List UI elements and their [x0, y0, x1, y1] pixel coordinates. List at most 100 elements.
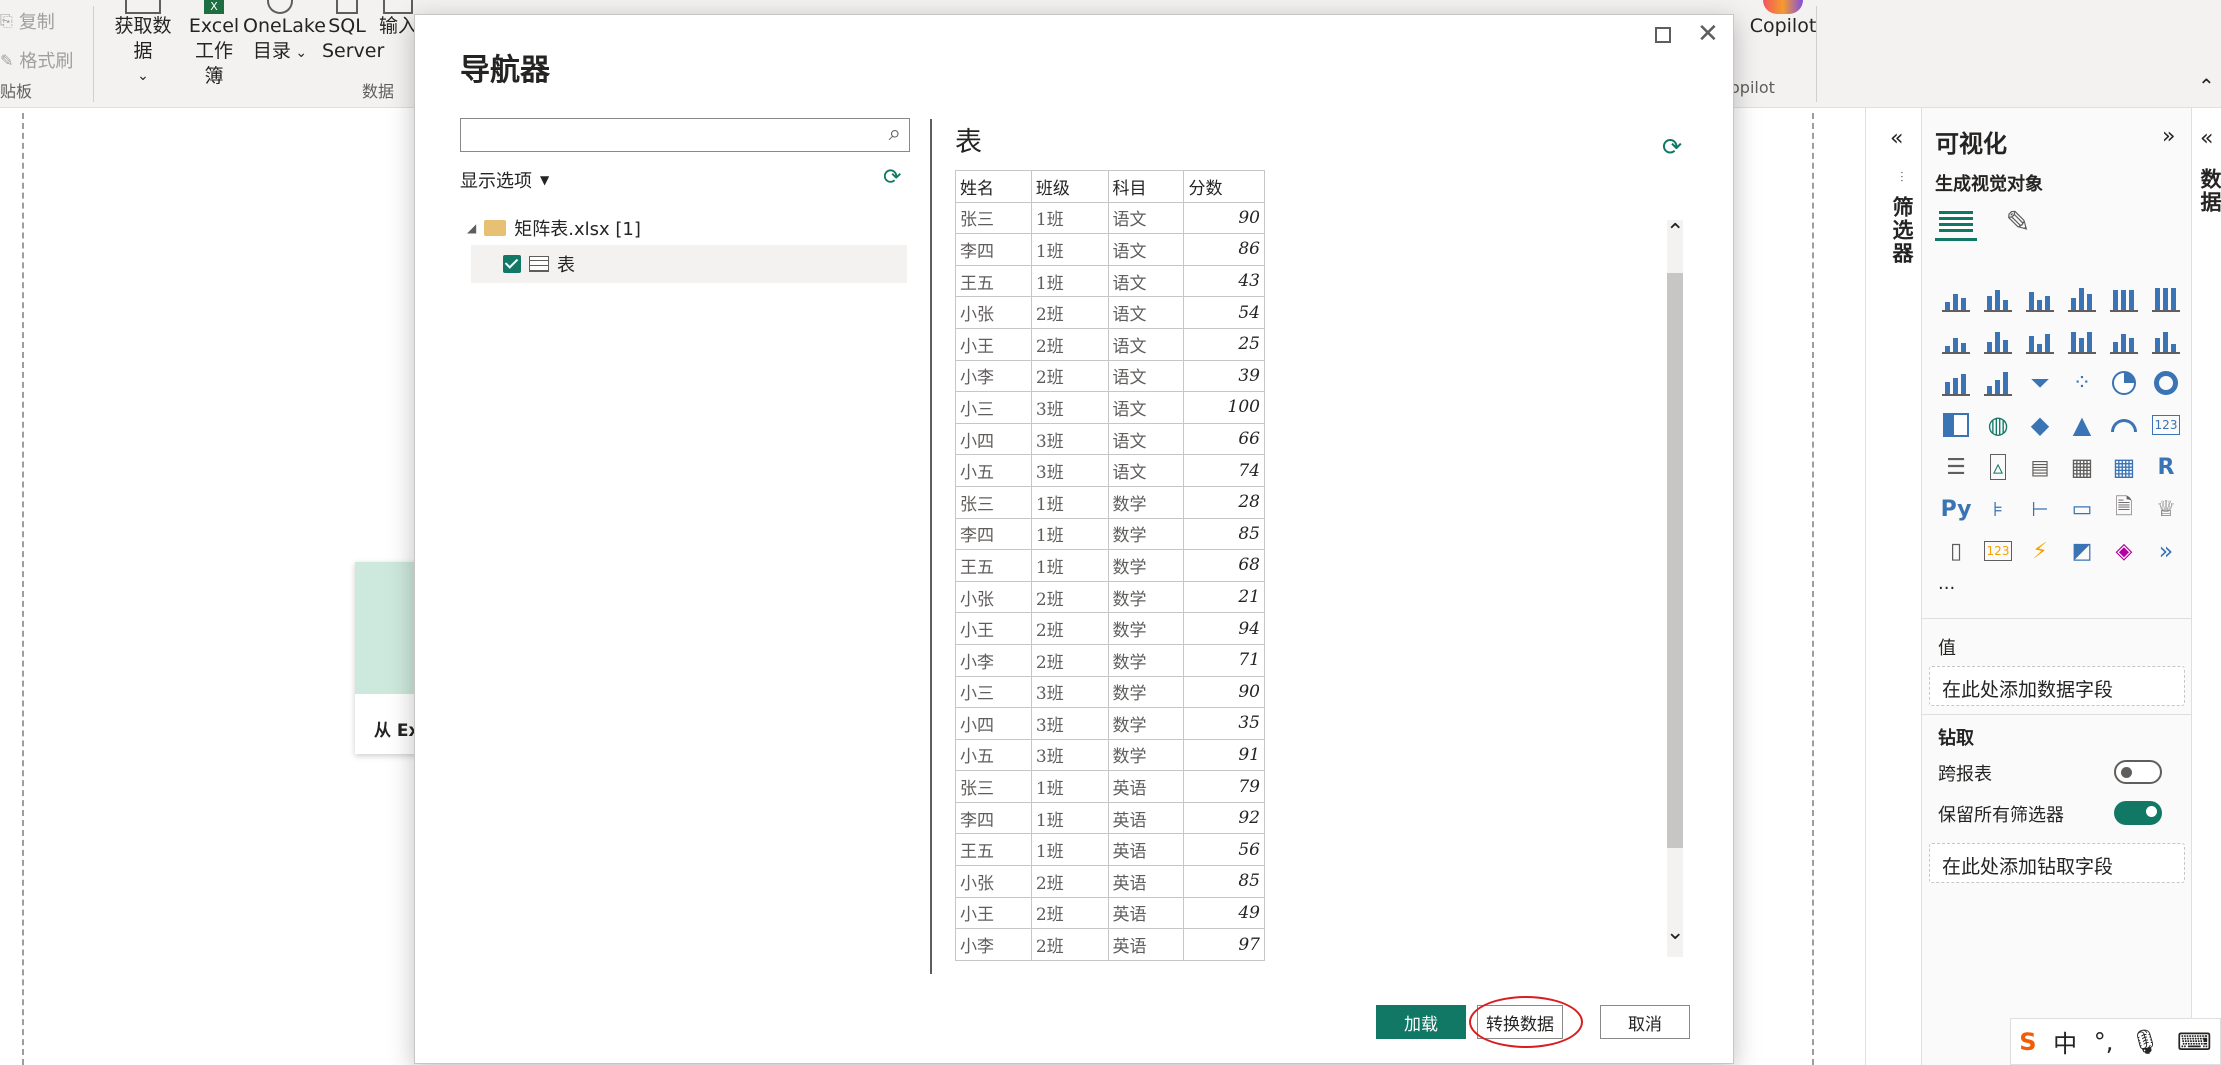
table-cell: 小李: [955, 928, 1032, 961]
data-pane-collapsed[interactable]: « 数据: [2191, 108, 2221, 1065]
onelake-catalog-button[interactable]: OneLake 目录 ⌄: [243, 0, 326, 66]
column-header[interactable]: 姓名: [955, 170, 1032, 203]
azure-map-icon[interactable]: ▲: [2061, 404, 2103, 446]
100-stacked-bar-chart-icon[interactable]: [2103, 278, 2145, 320]
qa-icon[interactable]: ▭: [2061, 488, 2103, 530]
clustered-bar-chart-icon[interactable]: [2019, 278, 2061, 320]
treemap-icon[interactable]: [1935, 404, 1977, 446]
microphone-icon[interactable]: 🎙: [2130, 1028, 2160, 1056]
kpi-icon[interactable]: ▵: [1977, 446, 2019, 488]
ribbon-chart-icon[interactable]: [1935, 362, 1977, 404]
line-and-stacked-column-icon[interactable]: [2103, 320, 2145, 362]
table-cell: 1班: [1030, 770, 1109, 803]
copilot-button[interactable]: Copilot: [1738, 0, 1828, 39]
table-cell: 74: [1183, 454, 1265, 487]
donut-chart-icon[interactable]: [2145, 362, 2187, 404]
decomposition-tree-icon[interactable]: ⊢: [2019, 488, 2061, 530]
build-visual-tab[interactable]: [1935, 203, 1977, 241]
slicer-icon[interactable]: ▤: [2019, 446, 2061, 488]
copy-icon: ⎘: [0, 11, 13, 30]
table-cell: 数学: [1107, 675, 1185, 709]
pie-chart-icon[interactable]: [2103, 362, 2145, 404]
trophy-icon[interactable]: ♕: [2145, 488, 2187, 530]
funnel-icon[interactable]: ⏷: [2019, 362, 2061, 404]
collapse-viz-icon[interactable]: »: [2162, 124, 2175, 149]
clipboard-group-label: 贴板: [0, 82, 33, 101]
sql-server-button[interactable]: SQL Server: [322, 0, 384, 64]
enter-data-button[interactable]: 输入: [378, 0, 418, 39]
drill-through-field-well[interactable]: 在此处添加钻取字段: [1929, 843, 2185, 883]
column-header[interactable]: 班级: [1030, 170, 1109, 203]
python-visual-icon[interactable]: Py: [1935, 488, 1977, 530]
display-options-dropdown[interactable]: 显示选项 ▼: [460, 167, 549, 193]
keyboard-icon[interactable]: ⌨: [2177, 1028, 2212, 1056]
punctuation-icon[interactable]: °,: [2094, 1028, 2114, 1056]
expand-data-icon[interactable]: «: [2200, 126, 2213, 151]
refresh-icon[interactable]: ⟳: [883, 165, 901, 190]
power-automate-icon[interactable]: ⚡: [2019, 530, 2061, 572]
stacked-area-chart-icon[interactable]: [2019, 320, 2061, 362]
excel-workbook-button[interactable]: X Excel 工作簿: [186, 0, 242, 89]
close-icon[interactable]: ✕: [1697, 19, 1719, 49]
cross-report-toggle[interactable]: [2114, 760, 2162, 784]
more-visuals-button[interactable]: ···: [1938, 578, 1955, 599]
scroll-down-icon[interactable]: ⌄: [1666, 920, 1684, 945]
load-button[interactable]: 加载: [1376, 1005, 1466, 1039]
chevron-visual-icon[interactable]: »: [2145, 530, 2187, 572]
scroll-up-icon[interactable]: ⌃: [1666, 220, 1684, 245]
table-checkbox[interactable]: [503, 255, 521, 273]
maximize-icon[interactable]: [1655, 27, 1671, 43]
narrative-icon[interactable]: 🗎: [2103, 488, 2145, 530]
table-cell: 35: [1183, 707, 1265, 740]
sogou-logo-icon[interactable]: S: [2019, 1028, 2036, 1056]
table-visual-icon[interactable]: ▦: [2061, 446, 2103, 488]
expand-filters-icon[interactable]: «: [1890, 126, 1903, 151]
diamond-visual-icon[interactable]: ◈: [2103, 530, 2145, 572]
preview-refresh-icon[interactable]: ⟳: [1662, 133, 1682, 161]
multi-row-card-icon[interactable]: ☰: [1935, 446, 1977, 488]
collapse-ribbon-icon[interactable]: ⌃: [2198, 74, 2215, 98]
filled-map-icon[interactable]: ◆: [2019, 404, 2061, 446]
line-and-clustered-column-icon[interactable]: [2145, 320, 2187, 362]
power-apps-icon[interactable]: ◩: [2061, 530, 2103, 572]
clustered-column-chart-icon[interactable]: [2061, 278, 2103, 320]
card-new-icon[interactable]: 123: [1977, 530, 2019, 572]
r-script-visual-icon[interactable]: R: [2145, 446, 2187, 488]
line-chart-icon[interactable]: [1935, 320, 1977, 362]
100-stacked-area-chart-icon[interactable]: [2061, 320, 2103, 362]
tree-table-node[interactable]: 表: [471, 245, 907, 283]
key-influencers-icon[interactable]: ⊧: [1977, 488, 2019, 530]
scrollbar-thumb[interactable]: [1667, 273, 1683, 848]
matrix-icon[interactable]: ▦: [2103, 446, 2145, 488]
column-header[interactable]: 科目: [1107, 170, 1185, 203]
stacked-bar-chart-icon[interactable]: [1935, 278, 1977, 320]
copy-button[interactable]: ⎘ 复制: [0, 8, 55, 34]
table-cell: 数学: [1107, 707, 1185, 740]
keep-filters-toggle[interactable]: [2114, 801, 2162, 825]
table-cell: 数学: [1107, 549, 1185, 582]
format-visual-tab[interactable]: ✎: [1997, 203, 2039, 241]
tree-file-node[interactable]: ◢ 矩阵表.xlsx [1]: [467, 215, 641, 241]
waterfall-chart-icon[interactable]: [1977, 362, 2019, 404]
search-input[interactable]: ⌕: [460, 118, 910, 152]
ime-language[interactable]: 中: [2053, 1024, 2077, 1059]
card-icon[interactable]: 123: [2145, 404, 2187, 446]
map-icon[interactable]: ◍: [1977, 404, 2019, 446]
100-stacked-column-chart-icon[interactable]: [2145, 278, 2187, 320]
table-cell: 54: [1183, 296, 1265, 329]
format-painter-button[interactable]: ✎ 格式刷: [0, 47, 73, 73]
paginated-report-icon[interactable]: ▯: [1935, 530, 1977, 572]
stacked-column-chart-icon[interactable]: [1977, 278, 2019, 320]
table-cell: 英语: [1107, 801, 1185, 835]
gauge-icon[interactable]: [2103, 404, 2145, 446]
data-group-label: 数据: [362, 82, 395, 101]
scatter-chart-icon[interactable]: ⁘: [2061, 362, 2103, 404]
table-cell: 数学: [1107, 643, 1185, 677]
area-chart-icon[interactable]: [1977, 320, 2019, 362]
filters-pane-collapsed[interactable]: « ⫶ 筛选器: [1865, 108, 1921, 1065]
values-field-well[interactable]: 在此处添加数据字段: [1929, 666, 2185, 706]
column-header[interactable]: 分数: [1183, 170, 1265, 203]
cancel-button[interactable]: 取消: [1600, 1005, 1690, 1039]
get-data-button[interactable]: 获取数据 ⌄: [106, 0, 180, 89]
database-icon: [125, 0, 161, 14]
